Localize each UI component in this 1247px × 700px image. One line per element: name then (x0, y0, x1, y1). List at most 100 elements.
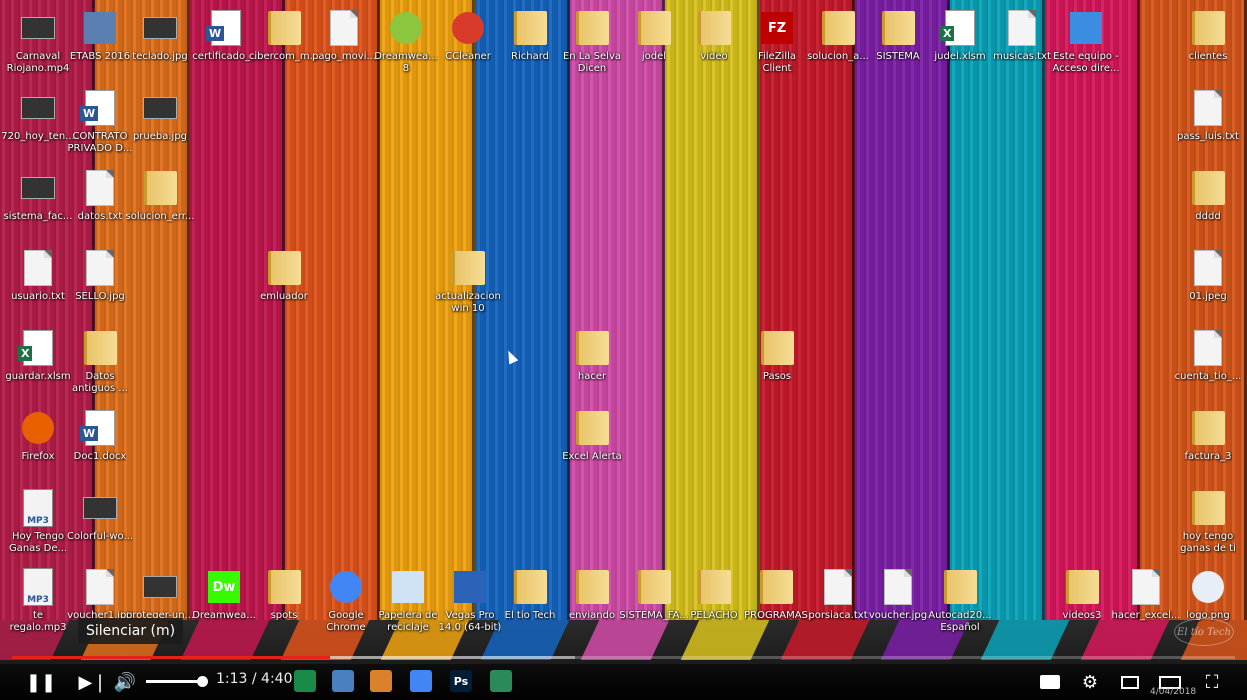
folder-icon (513, 567, 547, 607)
video-progress-bar[interactable] (12, 656, 1235, 659)
desktop-icon[interactable]: pass_luis.txt (1170, 88, 1246, 143)
vegas-pro-icon (453, 567, 487, 607)
desktop-icon[interactable]: W Doc1.docx (62, 408, 138, 463)
desktop-icon-label: El tio Tech (504, 610, 556, 621)
text-file-icon (21, 248, 55, 288)
desktop-icon-label: Dreamwea... 8 (374, 51, 438, 74)
video-file-icon (21, 88, 55, 128)
desktop-icon-label: CCleaner (445, 51, 491, 62)
time-display: 1:13 / 4:40 (216, 671, 293, 687)
wallpaper-plank (190, 0, 285, 620)
mp3-file-icon: MP3 (21, 488, 55, 528)
next-button[interactable]: ▶❘ (78, 668, 108, 696)
mute-tooltip: Silenciar (m) (78, 618, 184, 644)
desktop-icon-label: Doc1.docx (73, 451, 127, 462)
desktop-icon-label: Richard (511, 51, 549, 62)
desktop-icon-label: datos.txt (77, 211, 123, 222)
photoshop-icon[interactable]: Ps (450, 670, 472, 692)
desktop-icon[interactable]: solucion_err... (122, 168, 198, 223)
desktop-icon[interactable]: prueba.jpg (122, 88, 198, 143)
fullscreen-button[interactable]: ⛶ (1198, 668, 1226, 696)
desktop-icon-label: Este equipo - Acceso dire... (1052, 51, 1120, 74)
text-file-icon (821, 567, 855, 607)
desktop-icon-label: porsiaca.txt (808, 610, 868, 621)
desktop-icon[interactable]: hacer (554, 328, 630, 383)
desktop-icon-label: factura_3 (1184, 451, 1232, 462)
desktop-icon[interactable]: hoy tengo ganas de ti (1170, 488, 1246, 555)
desktop-icon[interactable]: emluador (246, 248, 322, 303)
folder-icon (267, 567, 301, 607)
desktop-icon-label: Pasos (762, 371, 792, 382)
taskbar-date: 4/04/2018 (1150, 687, 1197, 697)
camtasia-recorder-icon[interactable] (490, 670, 512, 692)
desktop-icon[interactable]: Este equipo - Acceso dire... (1048, 8, 1124, 75)
folder-icon (760, 328, 794, 368)
floor-board (680, 620, 770, 660)
image-file-icon (83, 567, 117, 607)
folder-icon (943, 567, 977, 607)
desktop-icon-label: Excel Alerta (562, 451, 622, 462)
miniplayer-button[interactable] (1116, 668, 1144, 696)
next-icon: ▶❘ (78, 671, 108, 693)
desktop-icon[interactable]: Autocad20... Español (922, 567, 998, 634)
desktop-icon[interactable]: Excel Alerta (554, 408, 630, 463)
desktop-icon-label: te regalo.mp3 (9, 610, 67, 633)
desktop-icon[interactable]: SELLO.jpg (62, 248, 138, 303)
chrome-icon[interactable] (410, 670, 432, 692)
desktop-icon[interactable]: Datos antiguos ... (62, 328, 138, 395)
folder-icon (881, 8, 915, 48)
text-file-icon (327, 8, 361, 48)
desktop-icon[interactable]: actualizacion win 10 (430, 248, 506, 315)
wallpaper-plank (570, 0, 665, 620)
desktop-icon[interactable]: teclado.jpg (122, 8, 198, 63)
desktop-icon-label: guardar.xlsm (5, 371, 71, 382)
word-document-icon: W (206, 8, 243, 48)
desktop-icon-label: enviando (568, 610, 616, 621)
desktop-icon-label: video (700, 51, 728, 62)
folder-icon (637, 567, 671, 607)
image-file-icon (143, 88, 177, 128)
mute-button[interactable]: 🔊 (112, 668, 138, 696)
subtitles-button[interactable] (1036, 668, 1064, 696)
folder-icon (575, 408, 609, 448)
desktop-icon[interactable]: Colorful-wo... (62, 488, 138, 543)
progress-played (12, 656, 330, 659)
desktop-icon[interactable]: cuenta_tio_... (1170, 328, 1246, 383)
desktop-icon-label: emluador (260, 291, 308, 302)
desktop-icon-label: pass_luis.txt (1177, 131, 1239, 142)
desktop-icon[interactable]: dddd (1170, 168, 1246, 223)
camtasia-icon[interactable] (294, 670, 316, 692)
excel-file-icon: X (18, 328, 55, 368)
floor-board (180, 620, 270, 660)
paint-icon[interactable] (370, 670, 392, 692)
desktop-icon[interactable]: clientes (1170, 8, 1246, 63)
folder-icon (83, 328, 117, 368)
wallpaper-plank (285, 0, 380, 620)
desktop-icon[interactable]: 01.jpeg (1170, 248, 1246, 303)
desktop-icon[interactable]: Pasos (739, 328, 815, 383)
desktop-icon-label: judel.xlsm (934, 51, 986, 62)
desktop-icon-label: En La Selva Dicen (562, 51, 622, 74)
video-file-icon (1191, 408, 1225, 448)
video-file-icon (21, 8, 55, 48)
pause-button[interactable]: ❚❚ (25, 668, 57, 696)
desktop-icon-label: solucion_err... (125, 211, 195, 222)
folder-icon (513, 8, 547, 48)
desktop-icon-label: Firefox (21, 451, 55, 462)
desktop-icon[interactable]: factura_3 (1170, 408, 1246, 463)
folder-icon (267, 248, 301, 288)
channel-watermark[interactable]: El tío Tech (1174, 618, 1234, 646)
volume-knob[interactable] (197, 676, 208, 687)
text-file-icon (1191, 88, 1225, 128)
notepad-icon[interactable] (332, 670, 354, 692)
image-file-icon (881, 567, 915, 607)
wallpaper-plank (665, 0, 760, 620)
app-label: Ps (453, 674, 469, 688)
logo-image-icon (1191, 567, 1225, 607)
desktop-icon[interactable]: logo.png (1170, 567, 1246, 622)
pause-icon: ❚❚ (25, 671, 57, 693)
settings-button[interactable]: ⚙ (1076, 668, 1104, 696)
ccleaner-icon (451, 8, 485, 48)
desktop-icon-label: SISTEMA (876, 51, 920, 62)
volume-slider[interactable] (146, 676, 208, 687)
